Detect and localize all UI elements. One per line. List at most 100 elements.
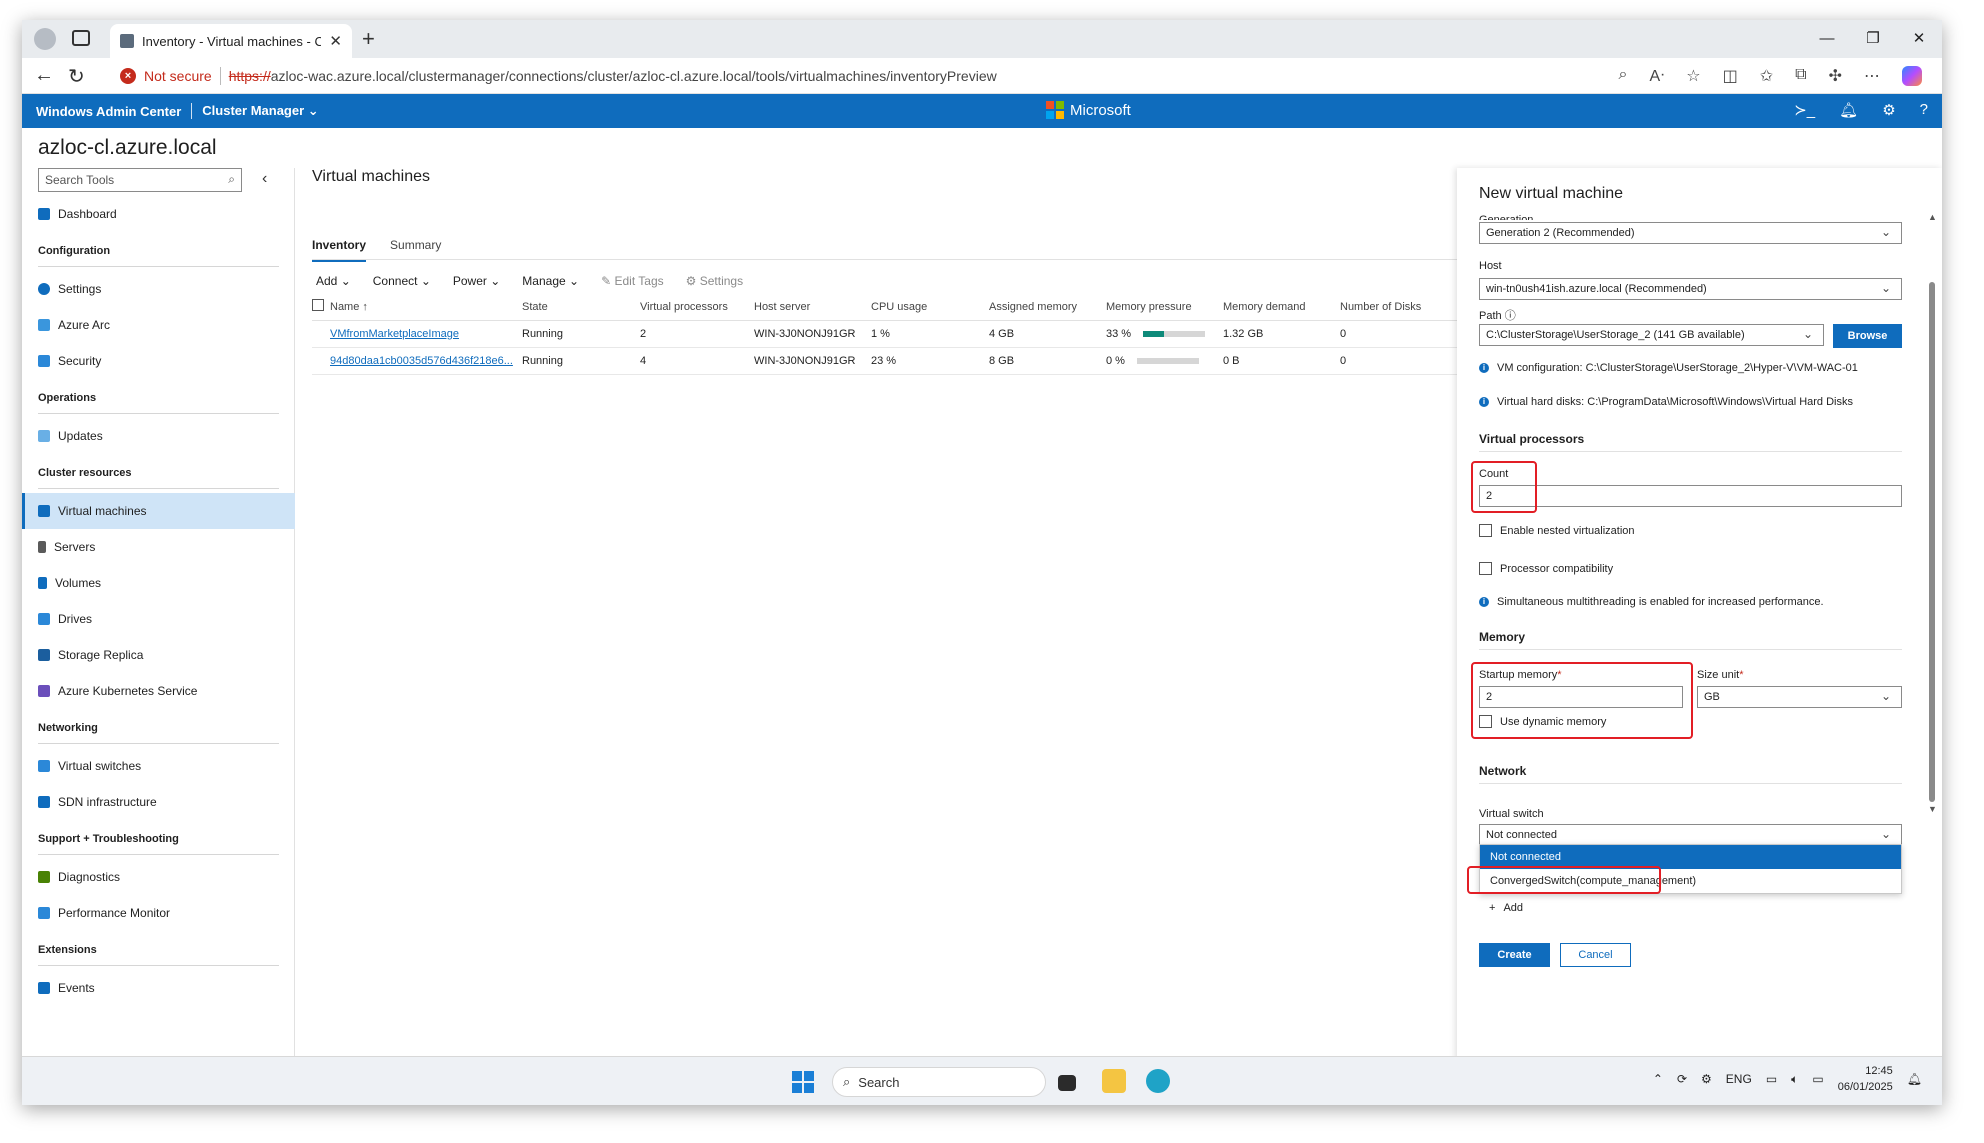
context-selector[interactable]: Cluster Manager ⌄ [202, 103, 318, 119]
connect-menu-button[interactable]: Connect ⌄ [373, 274, 431, 288]
cancel-button[interactable]: Cancel [1560, 943, 1631, 967]
column-header-memory-pressure[interactable]: Memory pressure [1106, 294, 1223, 321]
table-row[interactable]: VMfromMarketplaceImage Running 2 WIN-3J0… [312, 320, 1472, 348]
restore-icon[interactable]: ❐ [1850, 20, 1896, 58]
wac-header: Windows Admin Center Cluster Manager ⌄ M… [22, 94, 1942, 128]
manage-menu-button[interactable]: Manage ⌄ [522, 274, 579, 288]
panel-scrollbar[interactable]: ▲ ▼ [1928, 212, 1937, 816]
column-header-memory-demand[interactable]: Memory demand [1223, 294, 1340, 321]
add-menu-button[interactable]: Add ⌄ [316, 274, 351, 288]
sidebar-item-azure-arc[interactable]: Azure Arc [22, 307, 295, 343]
edge-browser-icon[interactable] [1146, 1069, 1170, 1093]
host-select[interactable]: win-tn0ush41ish.azure.local (Recommended… [1479, 278, 1902, 300]
notifications-bell-icon[interactable]: 🔔︎ [1839, 101, 1858, 119]
power-menu-button[interactable]: Power ⌄ [453, 274, 500, 288]
battery-icon[interactable]: ▭ [1812, 1072, 1823, 1086]
volume-icon[interactable]: 🔈︎ [1791, 1072, 1798, 1087]
info-icon[interactable]: ⓘ [1505, 310, 1516, 322]
wac-brand[interactable]: Windows Admin Center [36, 104, 181, 119]
search-icon: ⌕ [228, 172, 235, 186]
settings-button[interactable]: ⚙ Settings [686, 274, 743, 288]
vm-name-link[interactable]: 94d80daa1cb0035d576d436f218e6... [330, 355, 513, 367]
sidebar-item-settings[interactable]: Settings [22, 271, 295, 307]
column-header-name[interactable]: Name ↑ [330, 294, 522, 321]
size-unit-select[interactable]: GB ⌄ [1697, 686, 1902, 708]
sidebar-item-virtual-switches[interactable]: Virtual switches [22, 748, 295, 784]
generation-select[interactable]: Generation 2 (Recommended) ⌄ [1479, 222, 1902, 244]
search-tools-input[interactable]: Search Tools ⌕ [38, 168, 242, 192]
column-header-host[interactable]: Host server [754, 294, 871, 321]
sidebar-item-storage-replica[interactable]: Storage Replica [22, 637, 295, 673]
new-tab-icon[interactable]: + [362, 26, 375, 52]
browser-tab[interactable]: Inventory - Virtual machines - Clu ✕ [110, 24, 352, 58]
select-all-checkbox[interactable] [312, 299, 324, 312]
tab-actions-icon[interactable] [72, 30, 90, 46]
sidebar-item-perfmon[interactable]: Performance Monitor [22, 895, 295, 931]
nested-virtualization-checkbox[interactable]: Enable nested virtualization [1479, 524, 1635, 537]
profile-avatar[interactable] [34, 28, 56, 50]
edit-tags-button[interactable]: ✎ Edit Tags [601, 274, 664, 288]
not-secure-label[interactable]: Not secure [144, 68, 212, 84]
path-select[interactable]: C:\ClusterStorage\UserStorage_2 (141 GB … [1479, 324, 1824, 346]
split-screen-icon[interactable]: ◫ [1723, 66, 1738, 86]
browse-button[interactable]: Browse [1833, 324, 1902, 348]
show-hidden-icons-icon[interactable]: ⌃ [1653, 1072, 1663, 1086]
refresh-icon[interactable]: ↻ [68, 64, 85, 89]
more-icon[interactable]: ⋯ [1864, 66, 1880, 86]
sidebar-item-updates[interactable]: Updates [22, 418, 295, 454]
processor-compatibility-checkbox[interactable]: Processor compatibility [1479, 562, 1613, 575]
extensions-icon[interactable]: ✣ [1829, 66, 1842, 86]
sidebar-item-security[interactable]: Security [22, 343, 295, 379]
back-icon[interactable]: ← [34, 64, 54, 87]
highlight-box [1471, 662, 1693, 739]
sidebar-item-virtual-machines[interactable]: Virtual machines [22, 493, 295, 529]
count-input[interactable]: 2 [1479, 485, 1902, 507]
taskbar-search[interactable]: ⌕ Search [832, 1067, 1046, 1097]
column-header-state[interactable]: State [522, 294, 640, 321]
copilot-icon[interactable] [1902, 66, 1922, 86]
url-field[interactable]: × Not secure https://azloc-wac.azure.loc… [120, 62, 1600, 90]
favorite-star-icon[interactable]: ☆ [1686, 66, 1700, 86]
update-icon[interactable]: ⟳ [1677, 1072, 1687, 1086]
column-header-vcpu[interactable]: Virtual processors [640, 294, 754, 321]
clock[interactable]: 12:45 06/01/2025 [1838, 1063, 1893, 1095]
create-button[interactable]: Create [1479, 943, 1550, 967]
scrollbar-thumb[interactable] [1929, 282, 1935, 802]
collapse-sidebar-icon[interactable]: ‹ [262, 170, 267, 188]
virtual-switch-select[interactable]: Not connected ⌄ [1479, 824, 1902, 846]
vm-name-link[interactable]: VMfromMarketplaceImage [330, 328, 459, 340]
windows-start-icon[interactable] [792, 1071, 814, 1093]
settings-gear-icon[interactable]: ⚙ [1882, 101, 1895, 119]
table-row[interactable]: 94d80daa1cb0035d576d436f218e6... Running… [312, 347, 1472, 375]
display-icon[interactable]: ▭ [1766, 1072, 1777, 1086]
task-view-icon[interactable] [1058, 1075, 1076, 1091]
column-header-assigned-memory[interactable]: Assigned memory [989, 294, 1106, 321]
collections-icon[interactable]: ⧉ [1795, 66, 1806, 86]
favorites-icon[interactable]: ✩ [1760, 66, 1773, 86]
scroll-up-icon[interactable]: ▲ [1928, 212, 1937, 222]
language-indicator[interactable]: ENG [1726, 1072, 1752, 1086]
read-aloud-icon[interactable]: Aᐧ [1650, 66, 1665, 86]
network-status-icon[interactable]: ⚙ [1701, 1072, 1712, 1086]
sidebar-item-sdn[interactable]: SDN infrastructure [22, 784, 295, 820]
column-header-cpu[interactable]: CPU usage [871, 294, 989, 321]
storage-replica-icon [38, 649, 50, 661]
file-explorer-icon[interactable] [1102, 1069, 1126, 1093]
add-switch-button[interactable]: + Add [1489, 902, 1523, 914]
sidebar-item-volumes[interactable]: Volumes [22, 565, 295, 601]
close-tab-icon[interactable]: ✕ [329, 32, 342, 50]
sidebar-item-events[interactable]: Events [22, 970, 295, 1006]
zoom-icon[interactable]: ⌕ [1619, 66, 1628, 86]
minimize-icon[interactable]: — [1804, 20, 1850, 58]
sidebar-item-dashboard[interactable]: Dashboard [22, 196, 295, 232]
sidebar-item-drives[interactable]: Drives [22, 601, 295, 637]
notifications-icon[interactable]: 🔔︎ [1907, 1072, 1922, 1086]
sidebar-item-aks[interactable]: Azure Kubernetes Service [22, 673, 295, 709]
powershell-icon[interactable]: ≻_ [1794, 101, 1815, 119]
close-window-icon[interactable]: ✕ [1896, 20, 1942, 58]
sidebar-item-servers[interactable]: Servers [22, 529, 295, 565]
column-header-disks[interactable]: Number of Disks [1340, 294, 1472, 321]
help-icon[interactable]: ? [1920, 101, 1928, 119]
sidebar-item-diagnostics[interactable]: Diagnostics [22, 859, 295, 895]
scroll-down-icon[interactable]: ▼ [1928, 804, 1937, 814]
